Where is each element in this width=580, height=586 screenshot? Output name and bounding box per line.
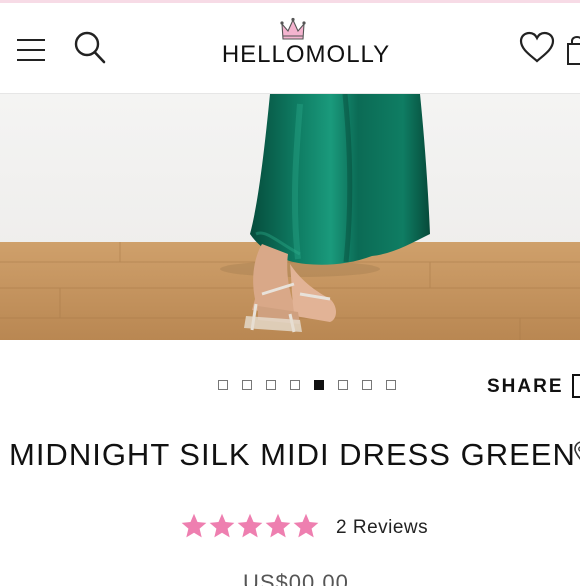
brand-wordmark: HELLOMOLLY [221,41,391,68]
brand-logo[interactable]: HELLOMOLLY [0,17,580,77]
carousel-dot[interactable] [218,380,228,390]
share-icon[interactable] [572,374,580,398]
star-icon [209,513,235,538]
product-title: MIDNIGHT SILK MIDI DRESS GREEN [9,437,576,472]
pin-icon[interactable] [572,441,580,463]
site-header: HELLOMOLLY [0,3,580,94]
shopping-bag-icon[interactable] [566,36,580,66]
product-photo [0,94,580,340]
carousel-dot[interactable] [386,380,396,390]
price-text: US$00.00 [243,572,349,586]
heart-icon[interactable] [518,30,556,64]
carousel-dot[interactable] [338,380,348,390]
carousel-dot[interactable] [290,380,300,390]
product-image[interactable] [0,94,580,340]
product-price: US$00.00 [243,572,361,586]
crown-icon [280,17,306,40]
share-button[interactable]: SHARE [487,376,564,398]
carousel-dot[interactable] [362,380,372,390]
reviews-link[interactable]: 2 Reviews [336,517,428,539]
star-icon [293,513,319,538]
carousel-dot[interactable] [242,380,252,390]
star-icon [237,513,263,538]
carousel-dot[interactable] [266,380,276,390]
carousel-dot-active[interactable] [314,380,324,390]
star-icon [265,513,291,538]
star-icon [181,513,207,538]
